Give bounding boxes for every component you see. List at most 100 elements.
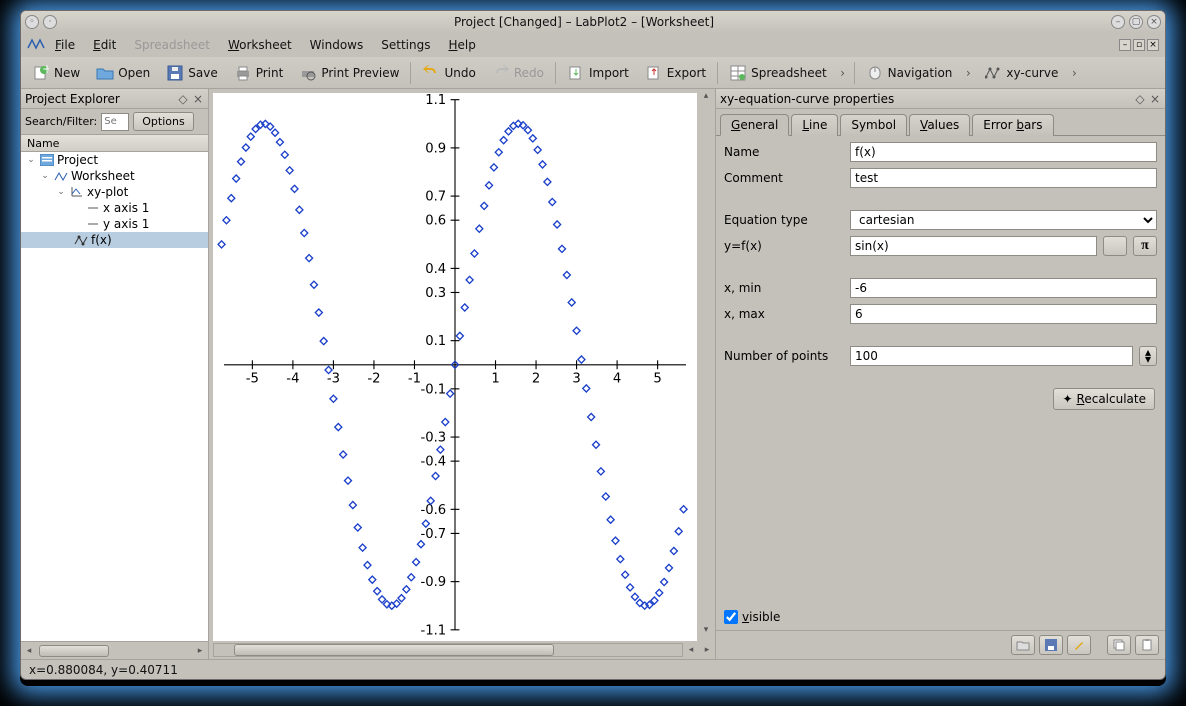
- explorer-hscroll[interactable]: ◂ ▸: [21, 641, 208, 659]
- menu-spreadsheet: Spreadsheet: [126, 36, 218, 54]
- search-input[interactable]: [101, 113, 129, 131]
- tree-column-name[interactable]: Name: [21, 134, 208, 152]
- save-theme-button[interactable]: [1039, 635, 1063, 655]
- svg-text:-0.6: -0.6: [420, 503, 446, 518]
- tree-fx[interactable]: f(x): [91, 233, 112, 247]
- name-label: Name: [724, 145, 844, 159]
- svg-text:-0.9: -0.9: [420, 575, 446, 590]
- save-button[interactable]: Save: [159, 60, 224, 86]
- export-icon: [645, 64, 663, 82]
- constants-button[interactable]: π: [1133, 236, 1157, 256]
- redo-button: Redo: [485, 60, 551, 86]
- undo-button[interactable]: Undo: [415, 60, 482, 86]
- minimize-icon[interactable]: –: [1111, 15, 1125, 29]
- load-theme-button[interactable]: [1011, 635, 1035, 655]
- worksheet-icon: [53, 169, 69, 183]
- tree-xaxis[interactable]: x axis 1: [103, 201, 149, 215]
- visible-checkbox[interactable]: [724, 610, 738, 624]
- yfx-field[interactable]: [850, 236, 1097, 256]
- svg-text:-2: -2: [367, 372, 380, 387]
- name-field[interactable]: [850, 142, 1157, 162]
- tree-yaxis[interactable]: y axis 1: [103, 217, 149, 231]
- mdi-close-icon[interactable]: ×: [1147, 39, 1159, 51]
- fx-icon: [73, 233, 89, 247]
- tab-values[interactable]: Values: [909, 114, 970, 136]
- toolbar-overflow-icon[interactable]: ›: [836, 66, 850, 80]
- eqtype-select[interactable]: cartesian: [850, 210, 1157, 230]
- titlebar-menu-icon[interactable]: ◦: [25, 15, 39, 29]
- status-coords: x=0.880084, y=0.40711: [29, 663, 178, 677]
- menu-settings[interactable]: Settings: [373, 36, 438, 54]
- visible-label[interactable]: visible: [742, 610, 780, 624]
- xyplot-icon: [69, 185, 85, 199]
- new-button[interactable]: +New: [25, 60, 87, 86]
- tree-worksheet[interactable]: Worksheet: [71, 169, 135, 183]
- explorer-float-icon[interactable]: ◇: [177, 93, 189, 105]
- tab-general[interactable]: General: [720, 114, 789, 136]
- copy-button[interactable]: [1107, 635, 1131, 655]
- menu-file[interactable]: File: [47, 36, 83, 54]
- project-tree[interactable]: ⌄Project ⌄Worksheet ⌄xy-plot x axis 1 y …: [21, 152, 208, 641]
- xmin-label: x, min: [724, 281, 844, 295]
- npoints-field[interactable]: [850, 346, 1133, 366]
- import-icon: [567, 64, 585, 82]
- properties-panel: xy-equation-curve properties ◇ × General…: [715, 89, 1165, 659]
- export-button[interactable]: Export: [638, 60, 713, 86]
- import-button[interactable]: Import: [560, 60, 636, 86]
- svg-text:-0.3: -0.3: [420, 430, 446, 445]
- xmax-field[interactable]: [850, 304, 1157, 324]
- properties-close-icon[interactable]: ×: [1149, 93, 1161, 105]
- svg-text:4: 4: [613, 372, 621, 387]
- tab-line[interactable]: Line: [791, 114, 838, 136]
- window-title: Project [Changed] – LabPlot2 – [Workshee…: [57, 15, 1111, 29]
- comment-field[interactable]: [850, 168, 1157, 188]
- xmin-field[interactable]: [850, 278, 1157, 298]
- svg-text:-1.1: -1.1: [420, 623, 446, 638]
- svg-text:0.7: 0.7: [425, 189, 446, 204]
- properties-float-icon[interactable]: ◇: [1134, 93, 1146, 105]
- plot-hscroll[interactable]: ◂▸: [209, 641, 715, 659]
- recalculate-button[interactable]: ✦Recalculate: [1053, 388, 1155, 410]
- app-window: ◦ · Project [Changed] – LabPlot2 – [Work…: [20, 10, 1166, 680]
- mdi-restore-icon[interactable]: ▫: [1133, 39, 1145, 51]
- paste-button[interactable]: [1135, 635, 1159, 655]
- axis-icon: [85, 217, 101, 231]
- mdi-minimize-icon[interactable]: –: [1119, 39, 1131, 51]
- xy-plot[interactable]: -5-4-3-2-112345-1.1-0.9-0.7-0.6-0.4-0.3-…: [213, 93, 697, 641]
- functions-button[interactable]: [1103, 236, 1127, 256]
- options-button[interactable]: Options: [133, 112, 193, 131]
- close-icon[interactable]: ×: [1147, 15, 1161, 29]
- svg-text:0.1: 0.1: [425, 334, 446, 349]
- npoints-stepper[interactable]: ▴▾: [1139, 346, 1157, 366]
- edit-theme-button[interactable]: [1067, 635, 1091, 655]
- open-button[interactable]: Open: [89, 60, 157, 86]
- xmax-label: x, max: [724, 307, 844, 321]
- navigation-button[interactable]: Navigation: [859, 60, 960, 86]
- print-preview-button[interactable]: Print Preview: [292, 60, 406, 86]
- print-button[interactable]: Print: [227, 60, 291, 86]
- yfx-label: y=f(x): [724, 239, 844, 253]
- svg-text:5: 5: [653, 372, 661, 387]
- spreadsheet-button[interactable]: Spreadsheet: [722, 60, 834, 86]
- menu-help[interactable]: Help: [440, 36, 483, 54]
- npoints-label: Number of points: [724, 349, 844, 363]
- titlebar-pin-icon[interactable]: ·: [43, 15, 57, 29]
- tab-symbol[interactable]: Symbol: [840, 114, 907, 136]
- mouse-icon: [866, 64, 884, 82]
- menu-worksheet[interactable]: Worksheet: [220, 36, 300, 54]
- xycurve-overflow-icon[interactable]: ›: [1067, 66, 1081, 80]
- open-icon: [96, 64, 114, 82]
- axis-icon: [85, 201, 101, 215]
- xy-curve-button[interactable]: xy-curve: [977, 60, 1065, 86]
- explorer-close-icon[interactable]: ×: [192, 93, 204, 105]
- tree-project[interactable]: Project: [57, 153, 98, 167]
- navigation-overflow-icon[interactable]: ›: [961, 66, 975, 80]
- maximize-icon[interactable]: ▢: [1129, 15, 1143, 29]
- plot-vscroll[interactable]: ▴▾: [697, 89, 715, 641]
- tab-errorbars[interactable]: Error bars: [972, 114, 1053, 136]
- titlebar: ◦ · Project [Changed] – LabPlot2 – [Work…: [21, 11, 1165, 33]
- tree-xyplot[interactable]: xy-plot: [87, 185, 128, 199]
- menu-windows[interactable]: Windows: [302, 36, 372, 54]
- menu-edit[interactable]: Edit: [85, 36, 124, 54]
- svg-text:1: 1: [491, 372, 499, 387]
